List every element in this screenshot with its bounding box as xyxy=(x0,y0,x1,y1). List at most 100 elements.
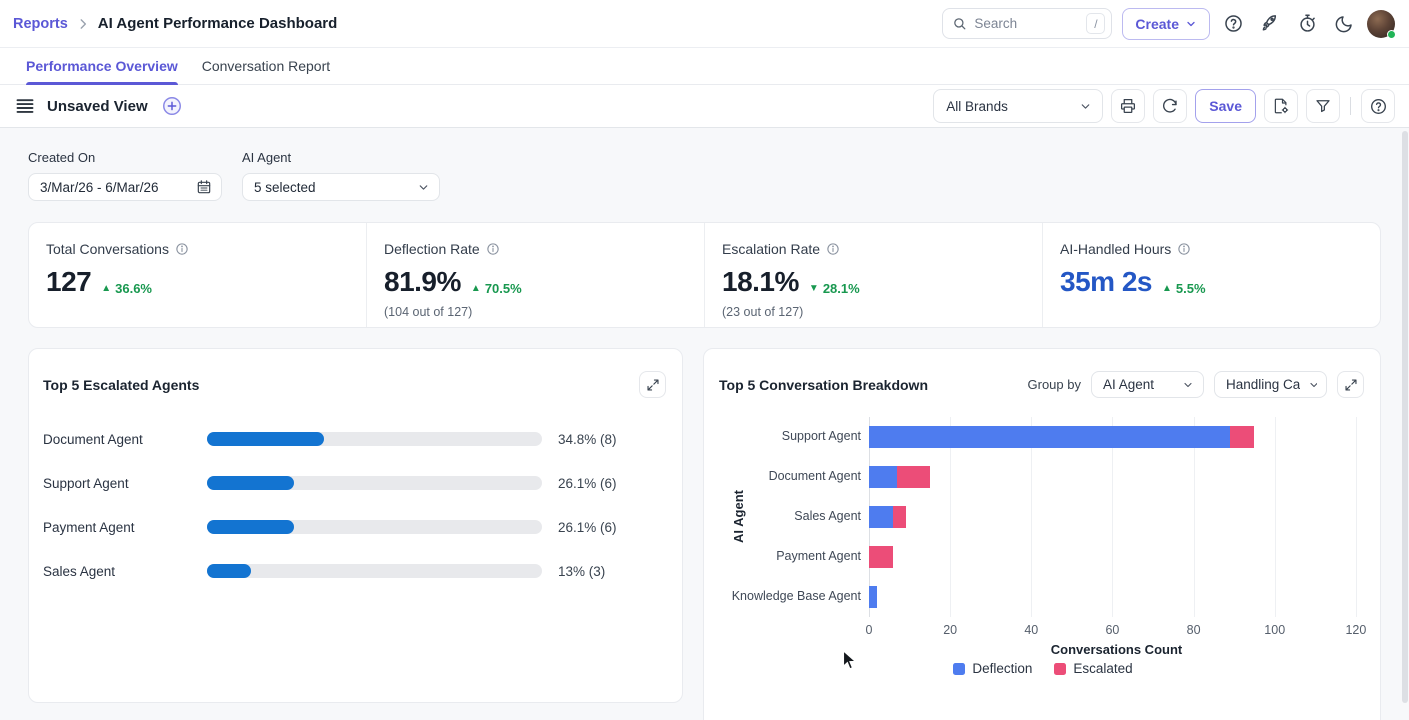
gridline xyxy=(869,417,870,617)
y-axis-category-label: Document Agent xyxy=(768,469,861,483)
refresh-icon xyxy=(1161,97,1179,115)
filter-button[interactable] xyxy=(1306,89,1340,123)
add-view-button[interactable] xyxy=(158,92,186,120)
escalated-agent-row: Document Agent 34.8% (8) xyxy=(29,429,682,449)
moon-icon xyxy=(1334,14,1354,34)
escalated-agent-row: Payment Agent 26.1% (6) xyxy=(29,517,682,537)
progress-fill xyxy=(207,520,295,534)
create-button[interactable]: Create xyxy=(1122,7,1210,40)
help-button[interactable] xyxy=(1220,10,1247,37)
kpi-deflection-rate: Deflection Rate 81.9% ▲ 70.5% (104 out of… xyxy=(366,223,704,327)
kpi-value: 18.1% xyxy=(722,266,799,297)
expand-button[interactable] xyxy=(1337,371,1364,398)
agent-escalation-value: 26.1% (6) xyxy=(558,475,617,491)
activity-timer-button[interactable] xyxy=(1294,10,1321,37)
search-box[interactable]: / xyxy=(942,8,1113,39)
bar-segment-deflection[interactable] xyxy=(869,506,894,528)
kpi-value: 81.9% xyxy=(384,266,461,297)
bar-segment-deflection[interactable] xyxy=(869,586,878,608)
legend-swatch-icon xyxy=(953,662,966,675)
question-circle-icon xyxy=(1223,13,1244,34)
tab-conversation-report[interactable]: Conversation Report xyxy=(202,48,330,84)
progress-track xyxy=(207,476,542,490)
bar-segment-deflection[interactable] xyxy=(869,466,898,488)
info-icon[interactable] xyxy=(486,242,500,256)
gridline xyxy=(950,417,952,617)
legend-item-escalated[interactable]: Escalated xyxy=(1054,661,1133,676)
toolbar-divider xyxy=(1350,97,1351,115)
chevron-right-icon xyxy=(76,17,90,31)
gridline xyxy=(1355,417,1357,617)
kpi-summary-card: Total Conversations 127 ▲ 36.6% Deflectio… xyxy=(28,222,1381,328)
handling-category-select[interactable]: Handling Cate... xyxy=(1214,371,1327,398)
views-menu-button[interactable] xyxy=(13,95,37,117)
trend-arrow-icon: ▼ xyxy=(808,283,819,294)
user-avatar[interactable] xyxy=(1367,9,1396,39)
group-by-select[interactable]: AI Agent xyxy=(1091,371,1204,398)
chevron-down-icon xyxy=(1185,18,1197,30)
kpi-delta: ▲ 5.5% xyxy=(1161,281,1206,296)
escalated-agents-list: Document Agent 34.8% (8) Support Agent 26.1… xyxy=(29,349,682,702)
question-circle-icon xyxy=(1369,97,1388,116)
chevron-down-icon xyxy=(1182,379,1194,391)
search-shortcut-hint: / xyxy=(1086,13,1106,34)
bar-segment-escalated[interactable] xyxy=(1230,426,1255,448)
kpi-delta: ▲ 70.5% xyxy=(470,281,522,296)
bar-segment-escalated[interactable] xyxy=(893,506,906,528)
x-axis-tick: 80 xyxy=(1186,623,1201,637)
print-button[interactable] xyxy=(1111,89,1146,123)
header-actions: / Create xyxy=(942,7,1396,40)
escalated-agent-row: Support Agent 26.1% (6) xyxy=(29,473,682,493)
app-root: Reports AI Agent Performance Dashboard /… xyxy=(0,0,1409,720)
gridline xyxy=(1031,417,1033,617)
tab-performance-overview[interactable]: Performance Overview xyxy=(26,48,178,85)
created-on-label: Created On xyxy=(28,150,96,165)
bar-segment-escalated[interactable] xyxy=(869,546,894,568)
bar-segment-deflection[interactable] xyxy=(869,426,1231,448)
report-settings-button[interactable] xyxy=(1264,89,1298,123)
vertical-scrollbar[interactable] xyxy=(1402,131,1408,703)
expand-icon xyxy=(1344,378,1358,392)
created-on-filter: Created On 3/Mar/26 - 6/Mar/26 xyxy=(28,150,222,201)
dashboard-content: Created On 3/Mar/26 - 6/Mar/26 AI Agent … xyxy=(0,128,1409,720)
breadcrumb: Reports AI Agent Performance Dashboard xyxy=(13,15,337,32)
agent-escalation-value: 34.8% (8) xyxy=(558,431,617,447)
stacked-bar-chart: 0 20 40 60 80 100 120 Support Agent Document Age… xyxy=(704,349,1382,720)
save-button[interactable]: Save xyxy=(1195,89,1256,123)
ai-agent-label: AI Agent xyxy=(242,150,292,165)
bar-segment-escalated[interactable] xyxy=(897,466,930,488)
file-gear-icon xyxy=(1272,97,1290,115)
page-help-button[interactable] xyxy=(1361,89,1395,123)
chart-legend: Deflection Escalated xyxy=(704,661,1382,676)
hamburger-menu-icon xyxy=(16,98,34,114)
search-input[interactable] xyxy=(974,16,1080,31)
chevron-down-icon xyxy=(1308,379,1317,391)
dark-mode-toggle[interactable] xyxy=(1331,11,1357,37)
agent-name: Payment Agent xyxy=(43,519,135,535)
rocket-icon xyxy=(1260,13,1281,34)
ai-agent-select[interactable]: 5 selected xyxy=(242,173,440,201)
info-icon[interactable] xyxy=(175,242,189,256)
kpi-delta: ▲ 36.6% xyxy=(101,281,152,296)
info-icon[interactable] xyxy=(1177,242,1191,256)
whats-new-button[interactable] xyxy=(1257,10,1284,37)
x-axis-tick: 20 xyxy=(943,623,958,637)
printer-icon xyxy=(1119,97,1137,115)
date-range-input[interactable]: 3/Mar/26 - 6/Mar/26 xyxy=(28,173,222,201)
breadcrumb-reports-link[interactable]: Reports xyxy=(13,16,68,32)
progress-track xyxy=(207,520,542,534)
kpi-subtext: (23 out of 127) xyxy=(722,305,804,319)
progress-fill xyxy=(207,432,324,446)
refresh-button[interactable] xyxy=(1153,89,1188,123)
legend-item-deflection[interactable]: Deflection xyxy=(953,661,1032,676)
gridline xyxy=(1112,417,1114,617)
funnel-icon xyxy=(1314,97,1332,115)
gridline xyxy=(1193,417,1195,617)
info-icon[interactable] xyxy=(826,242,840,256)
trend-arrow-icon: ▲ xyxy=(101,283,112,294)
agent-name: Document Agent xyxy=(43,431,143,447)
brand-filter-select[interactable]: All Brands xyxy=(933,89,1104,123)
ai-agent-filter: AI Agent 5 selected xyxy=(242,150,440,201)
progress-track xyxy=(207,432,542,446)
x-axis-tick: 40 xyxy=(1024,623,1039,637)
